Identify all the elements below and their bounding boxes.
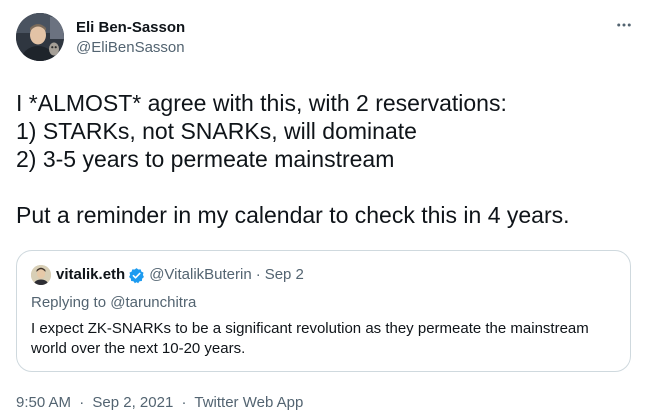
replying-to-handle[interactable]: @tarunchitra (110, 294, 196, 311)
meta-separator: · (79, 394, 85, 411)
quoted-tweet-card[interactable]: vitalik.eth @VitalikButerin · Sep 2 Repl… (16, 250, 631, 372)
tweet-card: Eli Ben-Sasson @EliBenSasson I *ALMOST* … (0, 0, 651, 414)
quoted-tweet-text: I expect ZK-SNARKs to be a significant r… (31, 320, 589, 357)
verified-badge-icon (128, 267, 145, 284)
avatar-photo-icon (16, 13, 64, 61)
tweet-meta: 9:50 AM · Sep 2, 2021 · Twitter Web App (16, 393, 303, 413)
quoted-author-handle[interactable]: @VitalikButerin (149, 265, 252, 285)
tweet-date[interactable]: Sep 2, 2021 (92, 394, 173, 411)
more-options-button[interactable] (613, 14, 635, 36)
quoted-avatar-photo-icon (31, 265, 51, 285)
author-avatar[interactable] (16, 13, 64, 61)
tweet-text: I *ALMOST* agree with this, with 2 reser… (16, 90, 570, 228)
quoted-tweet-date[interactable]: Sep 2 (265, 265, 304, 285)
replying-to-prefix: Replying to (31, 294, 107, 311)
quoted-header-separator: · (255, 266, 261, 283)
quoted-tweet-header: vitalik.eth @VitalikButerin · Sep 2 (31, 265, 304, 285)
quoted-author-name[interactable]: vitalik.eth (56, 265, 125, 285)
tweet-source-app[interactable]: Twitter Web App (194, 394, 303, 411)
more-horizontal-icon (617, 23, 631, 27)
author-name[interactable]: Eli Ben-Sasson (76, 18, 185, 38)
meta-separator-2: · (181, 394, 187, 411)
replying-to-line: Replying to @tarunchitra (31, 293, 196, 313)
author-handle[interactable]: @EliBenSasson (76, 38, 185, 58)
author-info: Eli Ben-Sasson @EliBenSasson (76, 18, 185, 58)
quoted-author-avatar[interactable] (31, 265, 51, 285)
tweet-time[interactable]: 9:50 AM (16, 394, 71, 411)
